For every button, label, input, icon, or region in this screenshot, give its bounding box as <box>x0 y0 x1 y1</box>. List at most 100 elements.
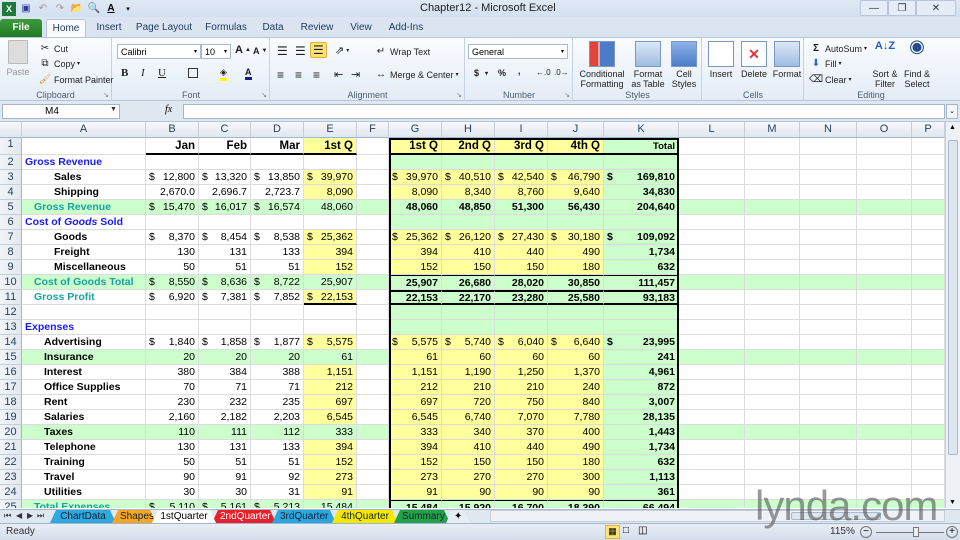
cell-value[interactable] <box>357 275 389 290</box>
currency-button[interactable]: $ ▾ <box>474 68 488 78</box>
cell-value[interactable]: 51 <box>251 455 304 470</box>
cell-value[interactable]: 697 <box>389 395 442 410</box>
cell-value[interactable] <box>912 185 945 200</box>
sheet-tab-summary[interactable]: Summary <box>394 510 450 523</box>
column-header-j[interactable]: J <box>548 122 604 138</box>
row-header[interactable]: 14 <box>0 335 22 350</box>
cell-value[interactable]: 273 <box>389 470 442 485</box>
cell-value[interactable]: 8,090 <box>304 185 357 200</box>
column-header-b[interactable]: B <box>146 122 199 138</box>
cell-value[interactable] <box>146 320 199 335</box>
autosum-button[interactable]: Σ AutoSum ▾ <box>809 42 867 55</box>
row-label[interactable]: Sales <box>22 170 146 185</box>
row-header[interactable]: 12 <box>0 305 22 320</box>
cell-value[interactable] <box>912 290 945 305</box>
cell-value[interactable]: $8,550 <box>146 275 199 290</box>
font-color-icon[interactable]: A <box>104 2 118 16</box>
cell-value[interactable] <box>357 230 389 245</box>
cell-value[interactable]: $27,430 <box>495 230 548 245</box>
cell-value[interactable]: 92 <box>251 470 304 485</box>
row-header[interactable]: 6 <box>0 215 22 230</box>
clear-button[interactable]: ⌫ Clear ▾ <box>809 73 852 86</box>
cell-value[interactable]: $7,852 <box>251 290 304 305</box>
cell-value[interactable] <box>800 395 857 410</box>
cell-value[interactable] <box>442 215 495 230</box>
format-as-table-button[interactable]: Format as Table <box>630 41 666 89</box>
sheet-tab-4thquarter[interactable]: 4thQuarter <box>332 510 398 523</box>
cell-value[interactable]: 204,640 <box>604 200 679 215</box>
cell-value[interactable]: 230 <box>146 395 199 410</box>
cell-value[interactable] <box>679 290 745 305</box>
row-label[interactable]: Travel <box>22 470 146 485</box>
next-sheet-icon[interactable]: ▶ <box>27 511 33 520</box>
row-label[interactable]: Gross Revenue <box>22 155 146 170</box>
cell-value[interactable] <box>251 305 304 320</box>
cell-value[interactable]: 50 <box>146 455 199 470</box>
cell-value[interactable]: 60 <box>548 350 604 365</box>
cell-value[interactable]: 8,340 <box>442 185 495 200</box>
row-label[interactable]: Interest <box>22 365 146 380</box>
cell-value[interactable]: 720 <box>442 395 495 410</box>
cell-value[interactable] <box>857 365 912 380</box>
cell-value[interactable]: 394 <box>304 245 357 260</box>
row-header[interactable]: 7 <box>0 230 22 245</box>
save-icon[interactable]: ▣ <box>19 2 33 16</box>
cell-n1[interactable] <box>800 138 857 155</box>
cell-value[interactable] <box>745 305 800 320</box>
cell-value[interactable]: 131 <box>199 440 251 455</box>
comma-button[interactable]: , <box>518 66 521 76</box>
cell-value[interactable]: 9,640 <box>548 185 604 200</box>
cell-value[interactable] <box>857 395 912 410</box>
row-label[interactable]: Utilities <box>22 485 146 500</box>
align-top-button[interactable]: ☰ <box>277 44 288 58</box>
cell-value[interactable]: 22,170 <box>442 290 495 305</box>
format-cells-button[interactable]: Format <box>771 41 803 79</box>
row-label[interactable]: Goods <box>22 230 146 245</box>
increase-indent-button[interactable]: ⇥ <box>351 68 360 81</box>
sheet-tab-3rdquarter[interactable]: 3rdQuarter <box>272 510 336 523</box>
cell-value[interactable]: 3,007 <box>604 395 679 410</box>
cell-value[interactable]: $16,017 <box>199 200 251 215</box>
cell-value[interactable] <box>912 380 945 395</box>
shrink-font-button[interactable]: A ▼ <box>253 46 267 56</box>
cell-value[interactable]: $5,740 <box>442 335 495 350</box>
cell-value[interactable]: 270 <box>442 470 495 485</box>
cell-value[interactable]: 90 <box>442 485 495 500</box>
cell-value[interactable] <box>199 320 251 335</box>
cell-value[interactable] <box>442 155 495 170</box>
cell-value[interactable] <box>389 305 442 320</box>
customize-qat-icon[interactable]: ▾ <box>121 2 135 16</box>
cell-value[interactable]: 91 <box>389 485 442 500</box>
orientation-button[interactable]: ⇗ ▾ <box>335 44 349 57</box>
cell-value[interactable] <box>800 425 857 440</box>
cell-value[interactable]: 18,390 <box>548 500 604 508</box>
cell-value[interactable]: 28,135 <box>604 410 679 425</box>
cell-value[interactable] <box>912 170 945 185</box>
cell-value[interactable]: 410 <box>442 440 495 455</box>
cell-value[interactable] <box>745 200 800 215</box>
normal-view-button[interactable]: ▦ <box>605 525 620 539</box>
cell-value[interactable]: 1,113 <box>604 470 679 485</box>
cell-value[interactable] <box>745 275 800 290</box>
cell-value[interactable] <box>604 305 679 320</box>
cell-value[interactable]: 152 <box>389 455 442 470</box>
cell-value[interactable] <box>357 380 389 395</box>
row-label[interactable]: Total Expenses <box>22 500 146 508</box>
cell-value[interactable] <box>912 395 945 410</box>
sheet-tab-1stquarter[interactable]: 1stQuarter <box>152 510 216 523</box>
cell-value[interactable]: $8,636 <box>199 275 251 290</box>
column-header-c[interactable]: C <box>199 122 251 138</box>
column-header-l[interactable]: L <box>679 122 745 138</box>
cell-value[interactable] <box>679 305 745 320</box>
cell-value[interactable] <box>745 335 800 350</box>
page-break-view-button[interactable]: ◫ <box>638 525 647 536</box>
cell-value[interactable]: 273 <box>304 470 357 485</box>
cell-value[interactable] <box>679 185 745 200</box>
cell-value[interactable] <box>679 350 745 365</box>
cell-value[interactable]: 872 <box>604 380 679 395</box>
cell-value[interactable] <box>357 185 389 200</box>
cell-value[interactable]: 232 <box>199 395 251 410</box>
number-format-select[interactable]: General ▾ <box>468 44 568 59</box>
cell-value[interactable] <box>800 455 857 470</box>
cell-value[interactable] <box>251 215 304 230</box>
